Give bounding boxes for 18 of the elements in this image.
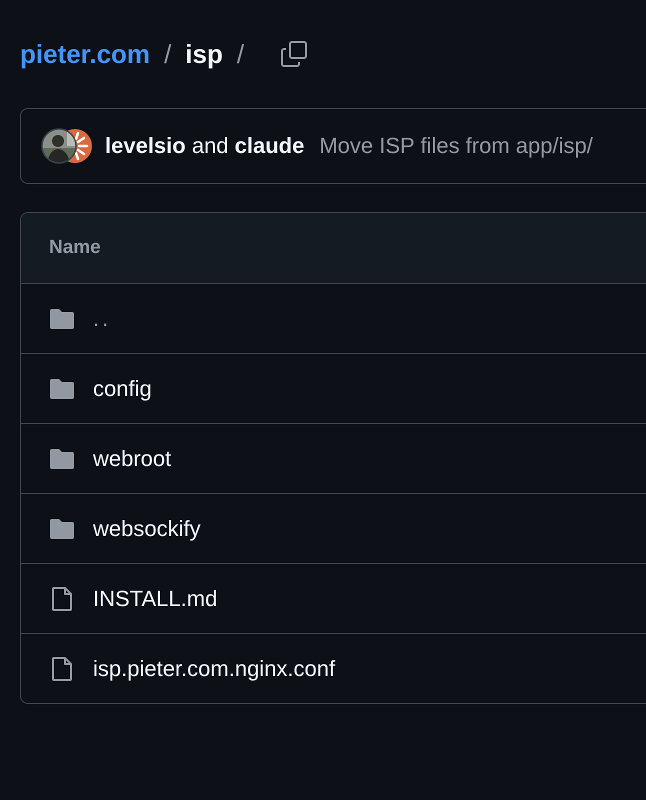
folder-link[interactable]: webroot — [93, 446, 172, 472]
commit-message[interactable]: Move ISP files from app/isp/ — [319, 133, 593, 159]
copy-icon[interactable] — [280, 40, 308, 68]
folder-icon — [48, 516, 76, 540]
folder-icon — [48, 376, 76, 400]
folder-link[interactable]: websockify — [93, 516, 201, 542]
path-separator: / — [164, 38, 172, 70]
current-folder: isp — [185, 38, 223, 70]
file-link[interactable]: INSTALL.md — [93, 586, 218, 612]
column-header: Name — [49, 237, 101, 259]
parent-folder-link[interactable]: .. — [93, 306, 112, 332]
folder-icon — [48, 446, 76, 470]
path-separator: / — [236, 38, 244, 70]
file-link[interactable]: isp.pieter.com.nginx.conf — [93, 656, 336, 682]
commit-authors: levelsio and claude — [105, 133, 304, 159]
folder-icon — [48, 306, 76, 330]
folder-link[interactable]: config — [93, 376, 152, 402]
repo-link[interactable]: pieter.com — [20, 38, 150, 70]
